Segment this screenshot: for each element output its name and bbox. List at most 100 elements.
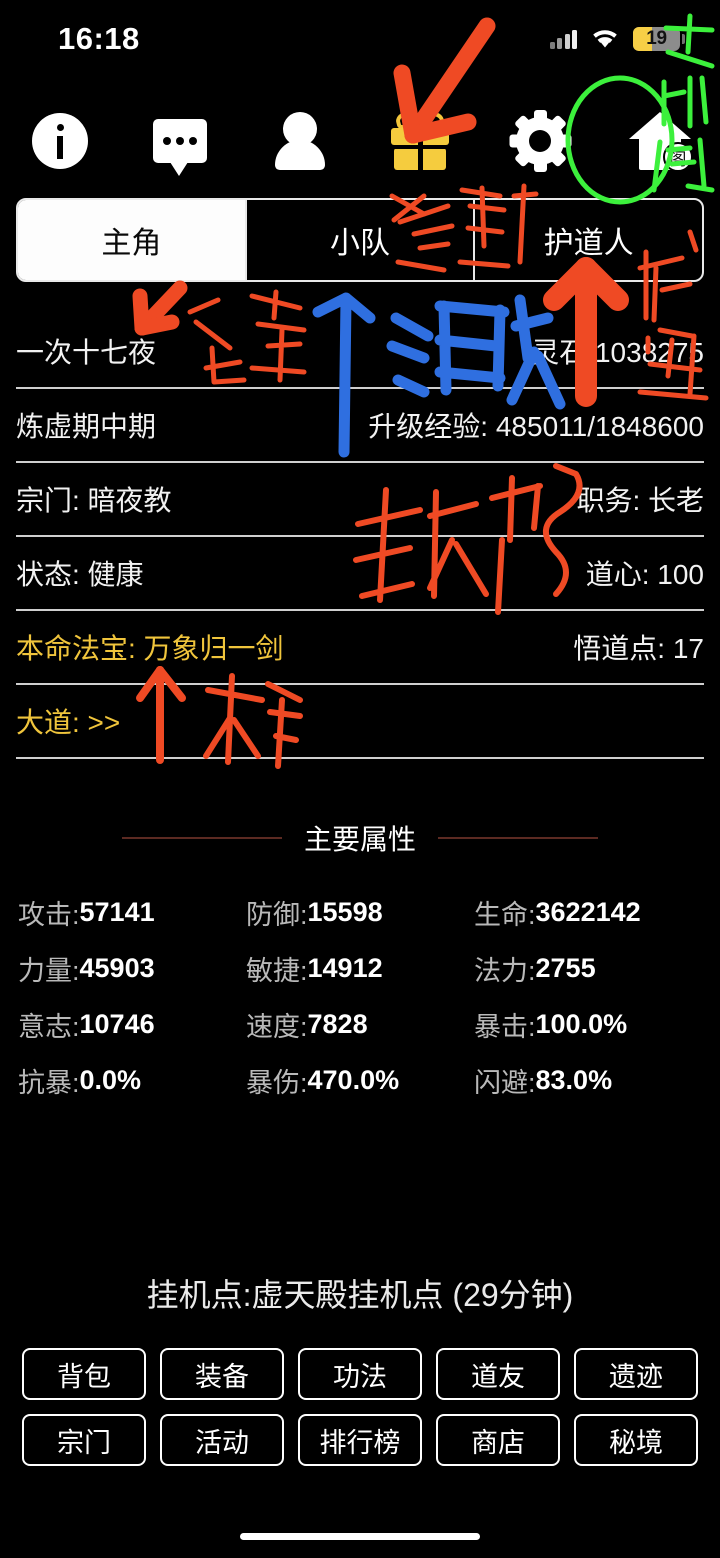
button-shop[interactable]: 商店	[436, 1414, 560, 1466]
enlighten-points-label: 悟道点: 17	[573, 633, 704, 664]
attributes-section-header: 主要属性	[0, 818, 720, 858]
exp-info: 升级经验: 485011/1848600	[368, 405, 704, 445]
destiny-treasure-label: 本命法宝: 万象归一剑	[16, 633, 284, 664]
chat-icon	[153, 119, 207, 176]
battery-level-label: 19	[646, 28, 667, 49]
position-label: 职务: 长老	[576, 485, 704, 516]
stat-hp: 生命: 3622142	[474, 884, 702, 940]
stat-key: 暴击:	[474, 1011, 536, 1042]
sect-label: 宗门: 暗夜教	[16, 485, 172, 516]
stat-key: 生命:	[474, 899, 536, 930]
stat-strength: 力量: 45903	[18, 940, 246, 996]
tab-bar: 主角 小队 护道人	[16, 198, 704, 282]
row-treasure-enlighten[interactable]: 本命法宝: 万象归一剑 悟道点: 17	[16, 611, 704, 685]
row-sect-position[interactable]: 宗门: 暗夜教 职务: 长老	[16, 463, 704, 537]
home-badge: 阁	[663, 142, 693, 172]
battery-low-power-icon: 19	[633, 27, 685, 51]
stat-key: 意志:	[18, 1011, 80, 1042]
tab-guardian[interactable]: 护道人	[475, 200, 702, 280]
attributes-grid: 攻击: 57141 防御: 15598 生命: 3622142 力量: 45903 敏捷…	[18, 884, 702, 1108]
stat-speed: 速度: 7828	[246, 996, 474, 1052]
top-icon-bar: 阁	[0, 95, 720, 187]
button-activities[interactable]: 活动	[160, 1414, 284, 1466]
row-name-spiritstone[interactable]: 一次十七夜 灵石 1038275	[16, 315, 704, 389]
wifi-icon	[593, 30, 617, 48]
stat-value: 15598	[307, 896, 383, 927]
exp-value: 485011/1848600	[495, 411, 704, 442]
status-time: 16:18	[58, 21, 140, 56]
row-great-dao[interactable]: 大道: >>	[16, 685, 704, 759]
stat-value: 14912	[307, 952, 383, 983]
stat-defense: 防御: 15598	[246, 884, 474, 940]
section-title: 主要属性	[303, 824, 416, 855]
character-info-panel: 一次十七夜 灵石 1038275 炼虚期中期 升级经验: 485011/1848…	[16, 315, 704, 759]
status-indicators: 19	[549, 27, 685, 51]
stat-mana: 法力: 2755	[474, 940, 702, 996]
profile-button[interactable]	[240, 95, 360, 187]
stat-value: 100.0%	[535, 1008, 628, 1039]
bottom-button-grid: 背包 装备 功法 道友 遗迹 宗门 活动 排行榜 商店 秘境	[22, 1348, 698, 1466]
stat-value: 0.0%	[79, 1064, 142, 1095]
spirit-stone: 灵石 1038275	[531, 331, 704, 371]
stat-key: 暴伤:	[246, 1067, 308, 1098]
info-icon	[32, 113, 88, 169]
spirit-stone-value: 1038275	[594, 337, 704, 368]
stat-key: 敏捷:	[246, 955, 308, 986]
home-button[interactable]: 阁	[600, 95, 720, 187]
stat-value: 470.0%	[307, 1064, 400, 1095]
stat-key: 力量:	[18, 955, 80, 986]
state-label: 状态: 健康	[16, 559, 144, 590]
stat-key: 攻击:	[18, 899, 80, 930]
divider-right	[438, 837, 598, 839]
stat-value: 3622142	[535, 896, 641, 927]
stat-key: 法力:	[474, 955, 536, 986]
stat-attack: 攻击: 57141	[18, 884, 246, 940]
divider-left	[121, 837, 282, 839]
home-indicator	[240, 1533, 480, 1540]
spirit-stone-label: 灵石	[531, 337, 588, 368]
tab-protagonist[interactable]: 主角	[18, 200, 247, 280]
stat-value: 10746	[79, 1008, 155, 1039]
row-realm-exp[interactable]: 炼虚期中期 升级经验: 485011/1848600	[16, 389, 704, 463]
stat-value: 7828	[307, 1008, 368, 1039]
stat-value: 45903	[79, 952, 155, 983]
button-sect[interactable]: 宗门	[22, 1414, 146, 1466]
person-icon	[272, 112, 328, 170]
button-backpack[interactable]: 背包	[22, 1348, 146, 1400]
gift-button[interactable]	[360, 95, 480, 187]
button-secret-realm[interactable]: 秘境	[574, 1414, 698, 1466]
button-leaderboard[interactable]: 排行榜	[298, 1414, 422, 1466]
stat-dodge: 闪避: 83.0%	[474, 1052, 702, 1108]
row-state-daoheart[interactable]: 状态: 健康 道心: 100	[16, 537, 704, 611]
dao-heart-label: 道心: 100	[585, 559, 704, 590]
stat-crit-resist: 抗暴: 0.0%	[18, 1052, 246, 1108]
button-techniques[interactable]: 功法	[298, 1348, 422, 1400]
stat-key: 抗暴:	[18, 1067, 80, 1098]
stat-value: 57141	[79, 896, 155, 927]
settings-button[interactable]	[480, 95, 600, 187]
idle-location-label: 挂机点:虚天殿挂机点 (29分钟)	[146, 1277, 574, 1313]
exp-label: 升级经验:	[368, 411, 489, 442]
realm-label: 炼虚期中期	[16, 411, 157, 442]
character-name: 一次十七夜	[16, 337, 157, 368]
stat-key: 防御:	[246, 899, 308, 930]
tab-team[interactable]: 小队	[247, 200, 476, 280]
stat-crit: 暴击: 100.0%	[474, 996, 702, 1052]
button-ruins[interactable]: 遗迹	[574, 1348, 698, 1400]
stat-key: 闪避:	[474, 1067, 536, 1098]
status-bar: 16:18 19	[0, 0, 720, 78]
button-friends[interactable]: 道友	[436, 1348, 560, 1400]
button-equipment[interactable]: 装备	[160, 1348, 284, 1400]
home-icon: 阁	[629, 112, 693, 172]
stat-value: 2755	[535, 952, 596, 983]
info-button[interactable]	[0, 95, 120, 187]
cellular-signal-icon	[549, 29, 577, 49]
stat-will: 意志: 10746	[18, 996, 246, 1052]
stat-crit-damage: 暴伤: 470.0%	[246, 1052, 474, 1108]
gift-icon	[391, 109, 449, 170]
chat-button[interactable]	[120, 95, 240, 187]
stat-value: 83.0%	[535, 1064, 613, 1095]
stat-key: 速度:	[246, 1011, 308, 1042]
great-dao-label: 大道: >>	[16, 707, 121, 738]
stat-agility: 敏捷: 14912	[246, 940, 474, 996]
